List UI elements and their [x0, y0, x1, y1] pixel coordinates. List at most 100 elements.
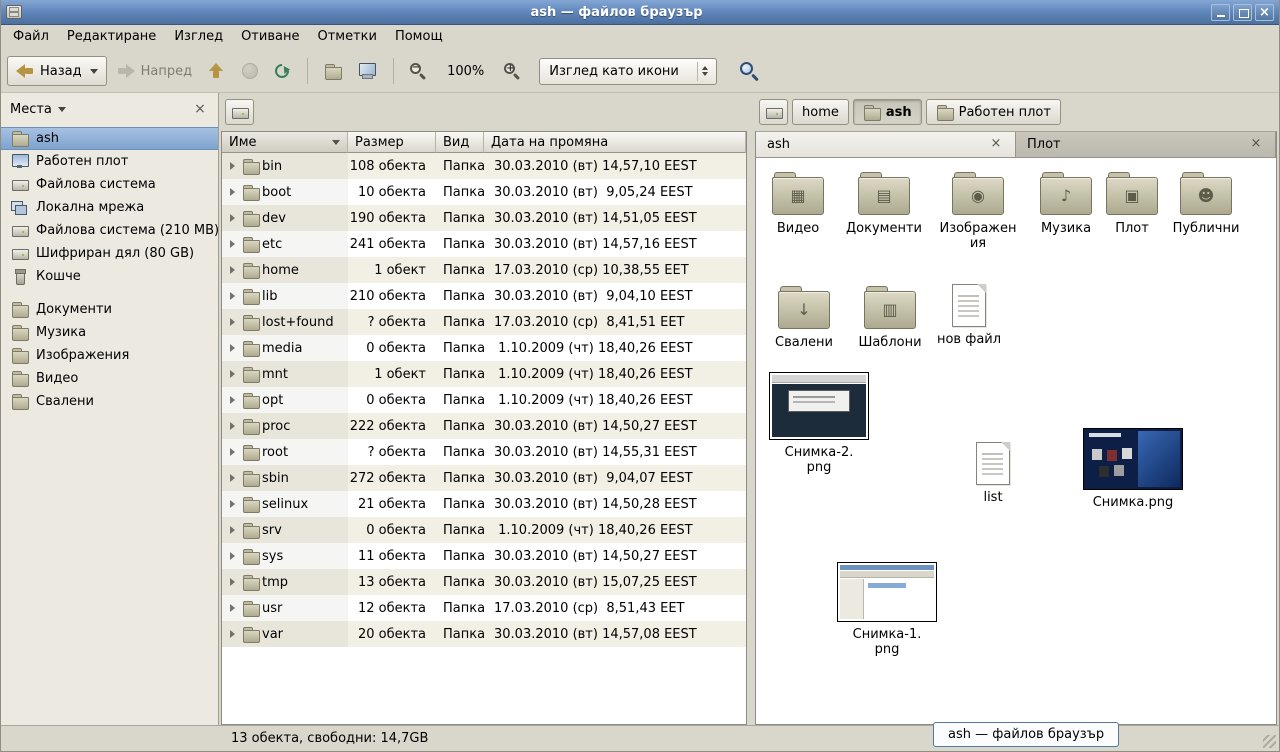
- close-button[interactable]: [1255, 4, 1274, 21]
- tree-row[interactable]: lost+found? обектаПапка17.03.2010 (ср) 8…: [222, 309, 746, 335]
- icon-view-item[interactable]: ♪Музика: [1026, 170, 1106, 236]
- tab-ash[interactable]: ash: [756, 132, 1016, 157]
- sidebar-close-button[interactable]: [191, 101, 209, 117]
- up-button[interactable]: [202, 56, 232, 86]
- tab-close-button[interactable]: [1248, 137, 1264, 153]
- icon-view[interactable]: ▦Видео▤Документи◉Изображения♪Музика▣Плот…: [755, 158, 1277, 725]
- expander-icon[interactable]: [230, 500, 235, 508]
- expander-icon[interactable]: [230, 552, 235, 560]
- back-dropdown-icon[interactable]: [90, 69, 98, 74]
- zoom-out-button[interactable]: [403, 56, 434, 86]
- tab-close-button[interactable]: [988, 137, 1004, 153]
- tree-row[interactable]: etc241 обектаПапка30.03.2010 (вт) 14,57,…: [222, 231, 746, 257]
- sidebar-item-downloads[interactable]: Свалени: [1, 390, 218, 413]
- sidebar-item-ash[interactable]: ash: [1, 127, 218, 150]
- tree-row[interactable]: proc222 обектаПапка30.03.2010 (вт) 14,50…: [222, 413, 746, 439]
- minimize-button[interactable]: [1211, 4, 1230, 21]
- tree-row[interactable]: opt0 обектаПапка 1.10.2009 (чт) 18,40,26…: [222, 387, 746, 413]
- menu-go[interactable]: Отиване: [232, 25, 308, 50]
- tree-row[interactable]: bin108 обектаПапка30.03.2010 (вт) 14,57,…: [222, 153, 746, 179]
- tree-row[interactable]: dev190 обектаПапка30.03.2010 (вт) 14,51,…: [222, 205, 746, 231]
- path-button-ash[interactable]: ash: [853, 99, 922, 125]
- expander-icon[interactable]: [230, 318, 235, 326]
- icon-view-item[interactable]: ▣Плот: [1100, 170, 1164, 236]
- menu-edit[interactable]: Редактиране: [58, 25, 165, 50]
- tree-row[interactable]: boot10 обектаПапка30.03.2010 (вт) 9,05,2…: [222, 179, 746, 205]
- tree-row[interactable]: lib210 обектаПапка30.03.2010 (вт) 9,04,1…: [222, 283, 746, 309]
- expander-icon[interactable]: [230, 448, 235, 456]
- menu-bookmarks[interactable]: Отметки: [308, 25, 385, 50]
- sidebar-item-pictures[interactable]: Изображения: [1, 344, 218, 367]
- sidebar-item-network[interactable]: Локална мрежа: [1, 196, 218, 219]
- forward-button[interactable]: Напред: [110, 56, 199, 86]
- sidebar-item-trash[interactable]: Кошче: [1, 265, 218, 288]
- expander-icon[interactable]: [230, 344, 235, 352]
- menu-view[interactable]: Изглед: [165, 25, 232, 50]
- back-button[interactable]: Назад: [7, 56, 107, 86]
- sidebar-item-videos[interactable]: Видео: [1, 367, 218, 390]
- path-button-home[interactable]: home: [792, 99, 849, 125]
- sidebar-item-music[interactable]: Музика: [1, 321, 218, 344]
- sidebar-item-desktop[interactable]: Работен плот: [1, 150, 218, 173]
- expander-icon[interactable]: [230, 240, 235, 248]
- column-header-name[interactable]: Име: [222, 132, 348, 153]
- expander-icon[interactable]: [230, 162, 235, 170]
- column-header-size[interactable]: Размер: [348, 132, 436, 153]
- icon-view-item[interactable]: Снимка-2.png: [766, 372, 872, 475]
- column-header-type[interactable]: Вид: [436, 132, 484, 153]
- icon-view-item[interactable]: Снимка-1.png: [834, 562, 940, 657]
- icon-view-item[interactable]: Снимка.png: [1078, 428, 1188, 510]
- expander-icon[interactable]: [230, 604, 235, 612]
- sidebar-item-encrypted-80gb[interactable]: Шифриран дял (80 GB): [1, 242, 218, 265]
- expander-icon[interactable]: [230, 292, 235, 300]
- icon-view-item[interactable]: ▤Документи: [840, 170, 928, 236]
- icon-view-item[interactable]: list: [954, 442, 1032, 505]
- stop-button[interactable]: [235, 56, 265, 86]
- icon-view-item[interactable]: ☻Публични: [1166, 170, 1246, 236]
- menu-file[interactable]: Файл: [4, 25, 58, 50]
- expander-icon[interactable]: [230, 422, 235, 430]
- tree-row[interactable]: mnt1 обектПапка 1.10.2009 (чт) 18,40,26 …: [222, 361, 746, 387]
- maximize-button[interactable]: [1233, 4, 1252, 21]
- tree-row[interactable]: selinux21 обектаПапка30.03.2010 (вт) 14,…: [222, 491, 746, 517]
- sidebar-item-documents[interactable]: Документи: [1, 298, 218, 321]
- tree-row[interactable]: var20 обектаПапка30.03.2010 (вт) 14,57,0…: [222, 621, 746, 647]
- column-header-date[interactable]: Дата на промяна: [484, 132, 746, 153]
- tree-row[interactable]: media0 обектаПапка 1.10.2009 (чт) 18,40,…: [222, 335, 746, 361]
- search-button[interactable]: [732, 56, 767, 86]
- expander-icon[interactable]: [230, 396, 235, 404]
- home-button[interactable]: [317, 56, 348, 86]
- combobox-spin-icon[interactable]: [697, 62, 712, 81]
- tree-row[interactable]: home1 обектПапка17.03.2010 (ср) 10,38,55…: [222, 257, 746, 283]
- tree-row[interactable]: root? обектаПапка30.03.2010 (вт) 14,55,3…: [222, 439, 746, 465]
- tab-desktop[interactable]: Плот: [1016, 132, 1276, 157]
- menu-help[interactable]: Помощ: [386, 25, 452, 50]
- reload-button[interactable]: [268, 56, 298, 86]
- view-mode-combobox[interactable]: Изглед като икони: [539, 58, 717, 85]
- sidebar-item-volume-210mb[interactable]: Файлова система (210 MB): [1, 219, 218, 242]
- expander-icon[interactable]: [230, 578, 235, 586]
- path-button-root[interactable]: [225, 99, 254, 125]
- resize-grip[interactable]: [1263, 735, 1276, 748]
- tree-row[interactable]: srv0 обектаПапка 1.10.2009 (чт) 18,40,26…: [222, 517, 746, 543]
- zoom-level-indicator[interactable]: 100%: [437, 64, 494, 79]
- computer-button[interactable]: [351, 56, 384, 86]
- icon-view-item[interactable]: ▥Шаблони: [850, 284, 930, 350]
- expander-icon[interactable]: [230, 370, 235, 378]
- tree-row[interactable]: sbin272 обектаПапка30.03.2010 (вт) 9,04,…: [222, 465, 746, 491]
- expander-icon[interactable]: [230, 474, 235, 482]
- path-button-root[interactable]: [759, 99, 788, 125]
- icon-view-item[interactable]: нов файл: [932, 284, 1006, 347]
- titlebar[interactable]: ash — файлов браузър: [1, 0, 1279, 25]
- path-button-desktop[interactable]: Работен плот: [926, 99, 1061, 125]
- tree-row[interactable]: sys11 обектаПапка30.03.2010 (вт) 14,50,2…: [222, 543, 746, 569]
- expander-icon[interactable]: [230, 188, 235, 196]
- expander-icon[interactable]: [230, 214, 235, 222]
- icon-view-item[interactable]: ◉Изображения: [936, 170, 1020, 251]
- zoom-in-button[interactable]: [497, 56, 528, 86]
- tree-row[interactable]: tmp13 обектаПапка30.03.2010 (вт) 15,07,2…: [222, 569, 746, 595]
- places-selector[interactable]: Места: [10, 102, 66, 117]
- icon-view-item[interactable]: ▦Видео: [758, 170, 838, 236]
- sidebar-item-filesystem[interactable]: Файлова система: [1, 173, 218, 196]
- tree-row[interactable]: usr12 обектаПапка17.03.2010 (ср) 8,51,43…: [222, 595, 746, 621]
